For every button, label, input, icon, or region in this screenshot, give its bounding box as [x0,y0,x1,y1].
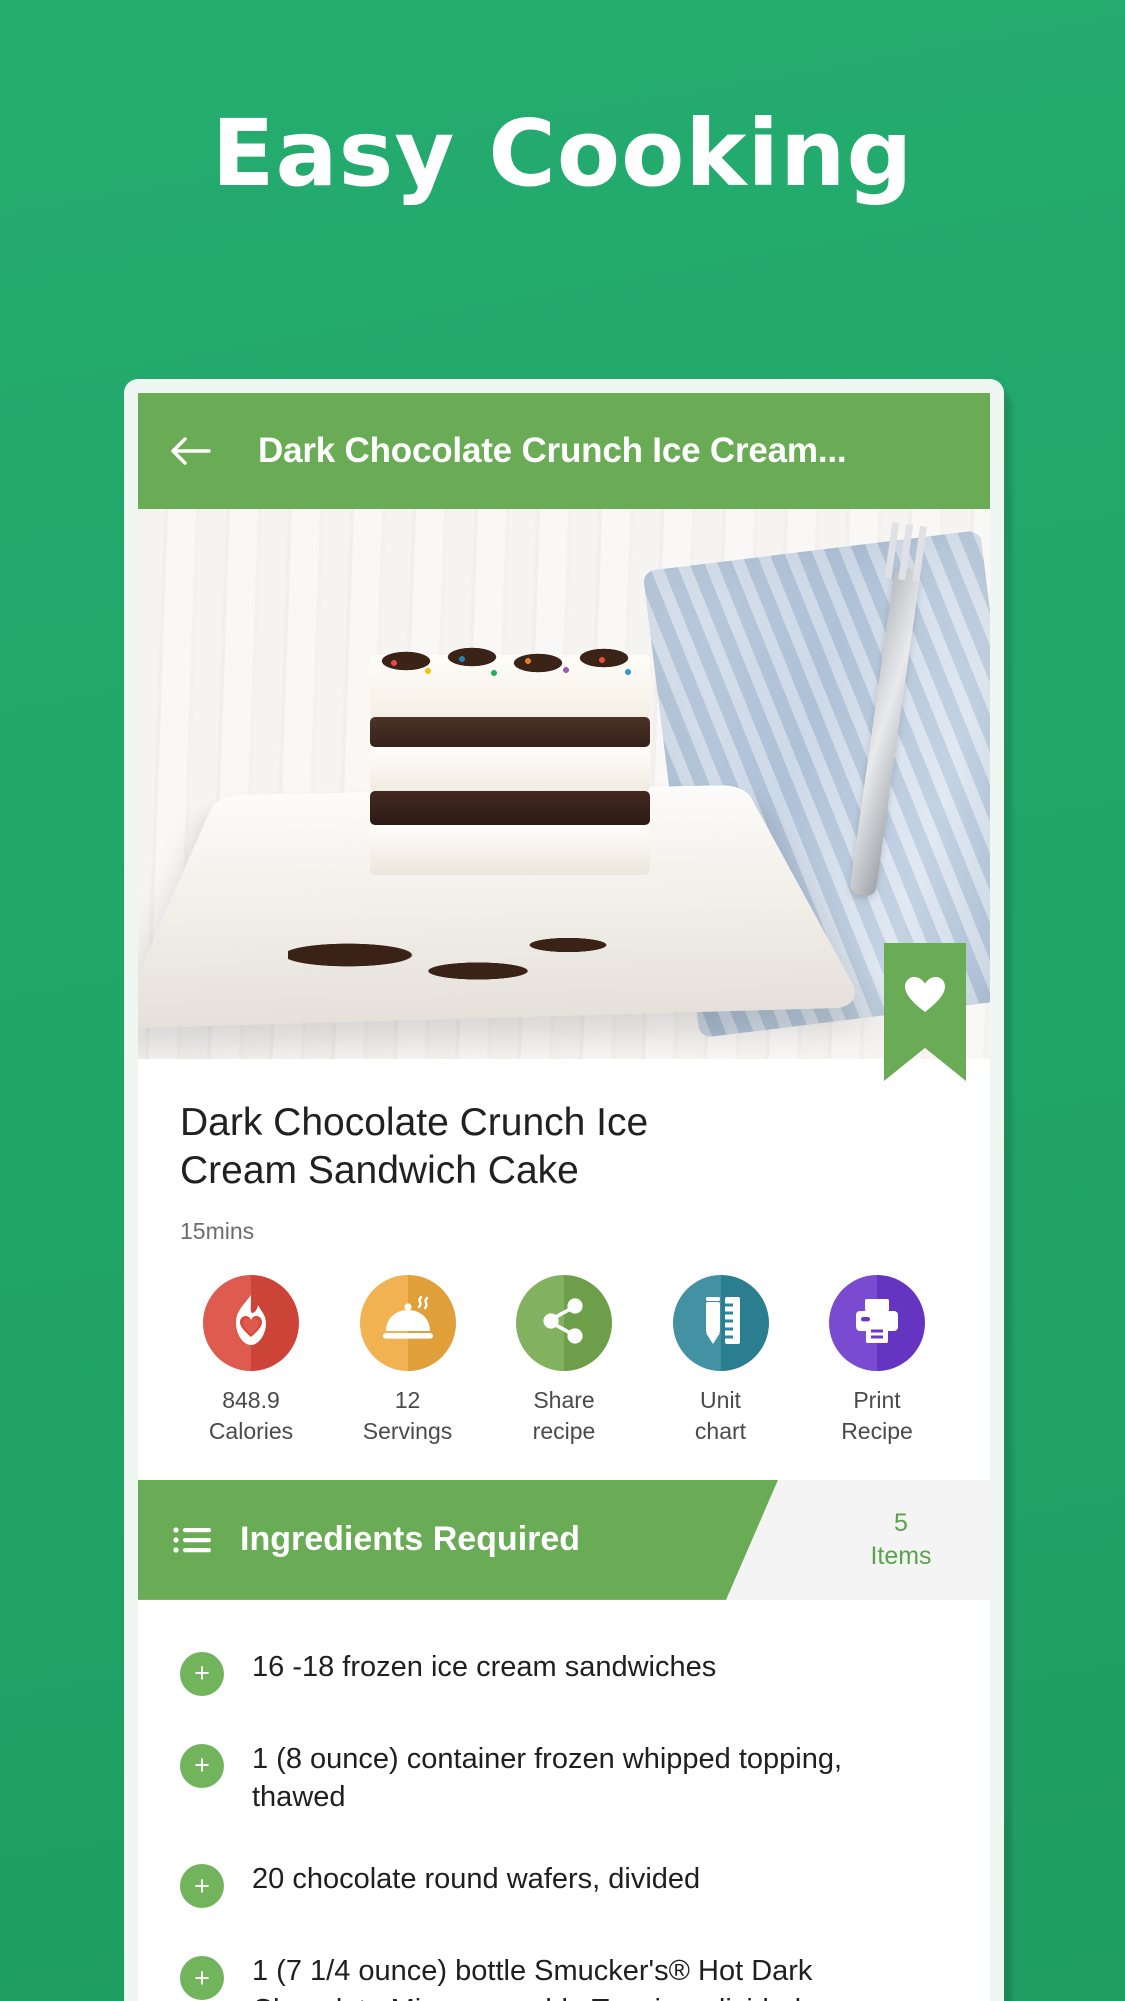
action-share-recipe[interactable]: Share recipe [495,1275,633,1446]
action-servings-label: 12 Servings [339,1385,477,1446]
ingredient-text: 1 (8 ounce) container frozen whipped top… [252,1740,892,1817]
calories-caption: Calories [209,1418,293,1444]
arrow-left-icon [169,434,213,468]
servings-icon-circle [360,1275,456,1371]
calories-icon-circle [203,1275,299,1371]
toolbar-title: Dark Chocolate Crunch Ice Cream... [258,431,846,471]
recipe-title-block: Dark Chocolate Crunch Ice Cream Sandwich… [138,1059,990,1245]
heart-icon [903,975,947,1020]
share-icon-circle [516,1275,612,1371]
ingredients-banner-left: Ingredients Required [138,1480,778,1600]
plus-icon[interactable]: + [180,1744,224,1788]
share-icon [540,1296,588,1351]
share-caption: recipe [533,1418,596,1444]
flame-heart-icon [225,1292,277,1355]
list-item[interactable]: + 1 (8 ounce) container frozen whipped t… [138,1718,990,1839]
recipe-time: 15mins [180,1218,948,1245]
action-servings[interactable]: 12 Servings [339,1275,477,1446]
ingredients-list: + 16 -18 frozen ice cream sandwiches + 1… [138,1600,990,2001]
hero-chocolate-sauce [288,925,618,993]
back-button[interactable] [160,420,222,482]
list-item[interactable]: + 1 (7 1/4 ounce) bottle Smucker's® Hot … [138,1930,990,2001]
list-icon [172,1525,212,1555]
cake-layer [370,791,650,825]
action-unit-chart[interactable]: Unit chart [652,1275,790,1446]
list-item[interactable]: + 20 chocolate round wafers, divided [138,1838,990,1930]
ingredient-text: 16 -18 frozen ice cream sandwiches [252,1648,716,1686]
action-print-recipe[interactable]: Print Recipe [808,1275,946,1446]
print-caption: Recipe [841,1418,913,1444]
ingredients-count-badge: 5 Items [778,1480,990,1600]
ingredients-count-value: 5 [894,1507,908,1540]
cake-layer [370,825,650,875]
recipe-title: Dark Chocolate Crunch Ice Cream Sandwich… [180,1099,740,1194]
calories-value: 848.9 [222,1387,280,1413]
ingredients-banner-title: Ingredients Required [240,1520,580,1559]
unit-chart-icon-circle [673,1275,769,1371]
cake-layer [370,717,650,747]
print-icon-circle [829,1275,925,1371]
ruler-pencil-icon [696,1294,746,1353]
recipe-actions-row: 848.9 Calories 12 Servings Share recipe … [138,1245,990,1480]
plus-icon[interactable]: + [180,1652,224,1696]
unit-chart-caption: chart [695,1418,746,1444]
share-value: Share [533,1387,594,1413]
hero-cake [370,655,650,875]
servings-caption: Servings [363,1418,452,1444]
plus-icon[interactable]: + [180,1864,224,1908]
app-toolbar: Dark Chocolate Crunch Ice Cream... [138,393,990,509]
print-value: Print [853,1387,900,1413]
printer-icon [851,1296,903,1351]
action-unit-chart-label: Unit chart [652,1385,790,1446]
recipe-hero-image [138,509,990,1059]
ingredient-text: 1 (7 1/4 ounce) bottle Smucker's® Hot Da… [252,1952,892,2001]
action-print-label: Print Recipe [808,1385,946,1446]
action-calories-label: 848.9 Calories [182,1385,320,1446]
promo-headline: Easy Cooking [0,108,1125,200]
action-calories[interactable]: 848.9 Calories [182,1275,320,1446]
plus-icon[interactable]: + [180,1956,224,2000]
action-share-label: Share recipe [495,1385,633,1446]
ingredients-banner: Ingredients Required 5 Items [138,1480,990,1600]
list-item[interactable]: + 16 -18 frozen ice cream sandwiches [138,1626,990,1718]
ingredients-count-label: Items [870,1540,931,1573]
ingredient-text: 20 chocolate round wafers, divided [252,1860,700,1898]
servings-value: 12 [395,1387,421,1413]
phone-card: Dark Chocolate Crunch Ice Cream... Dark … [124,379,1004,2001]
cake-sprinkles [376,651,644,691]
cloche-icon [379,1295,437,1352]
phone-screen: Dark Chocolate Crunch Ice Cream... Dark … [138,393,990,2001]
unit-chart-value: Unit [700,1387,741,1413]
cake-layer [370,747,650,791]
